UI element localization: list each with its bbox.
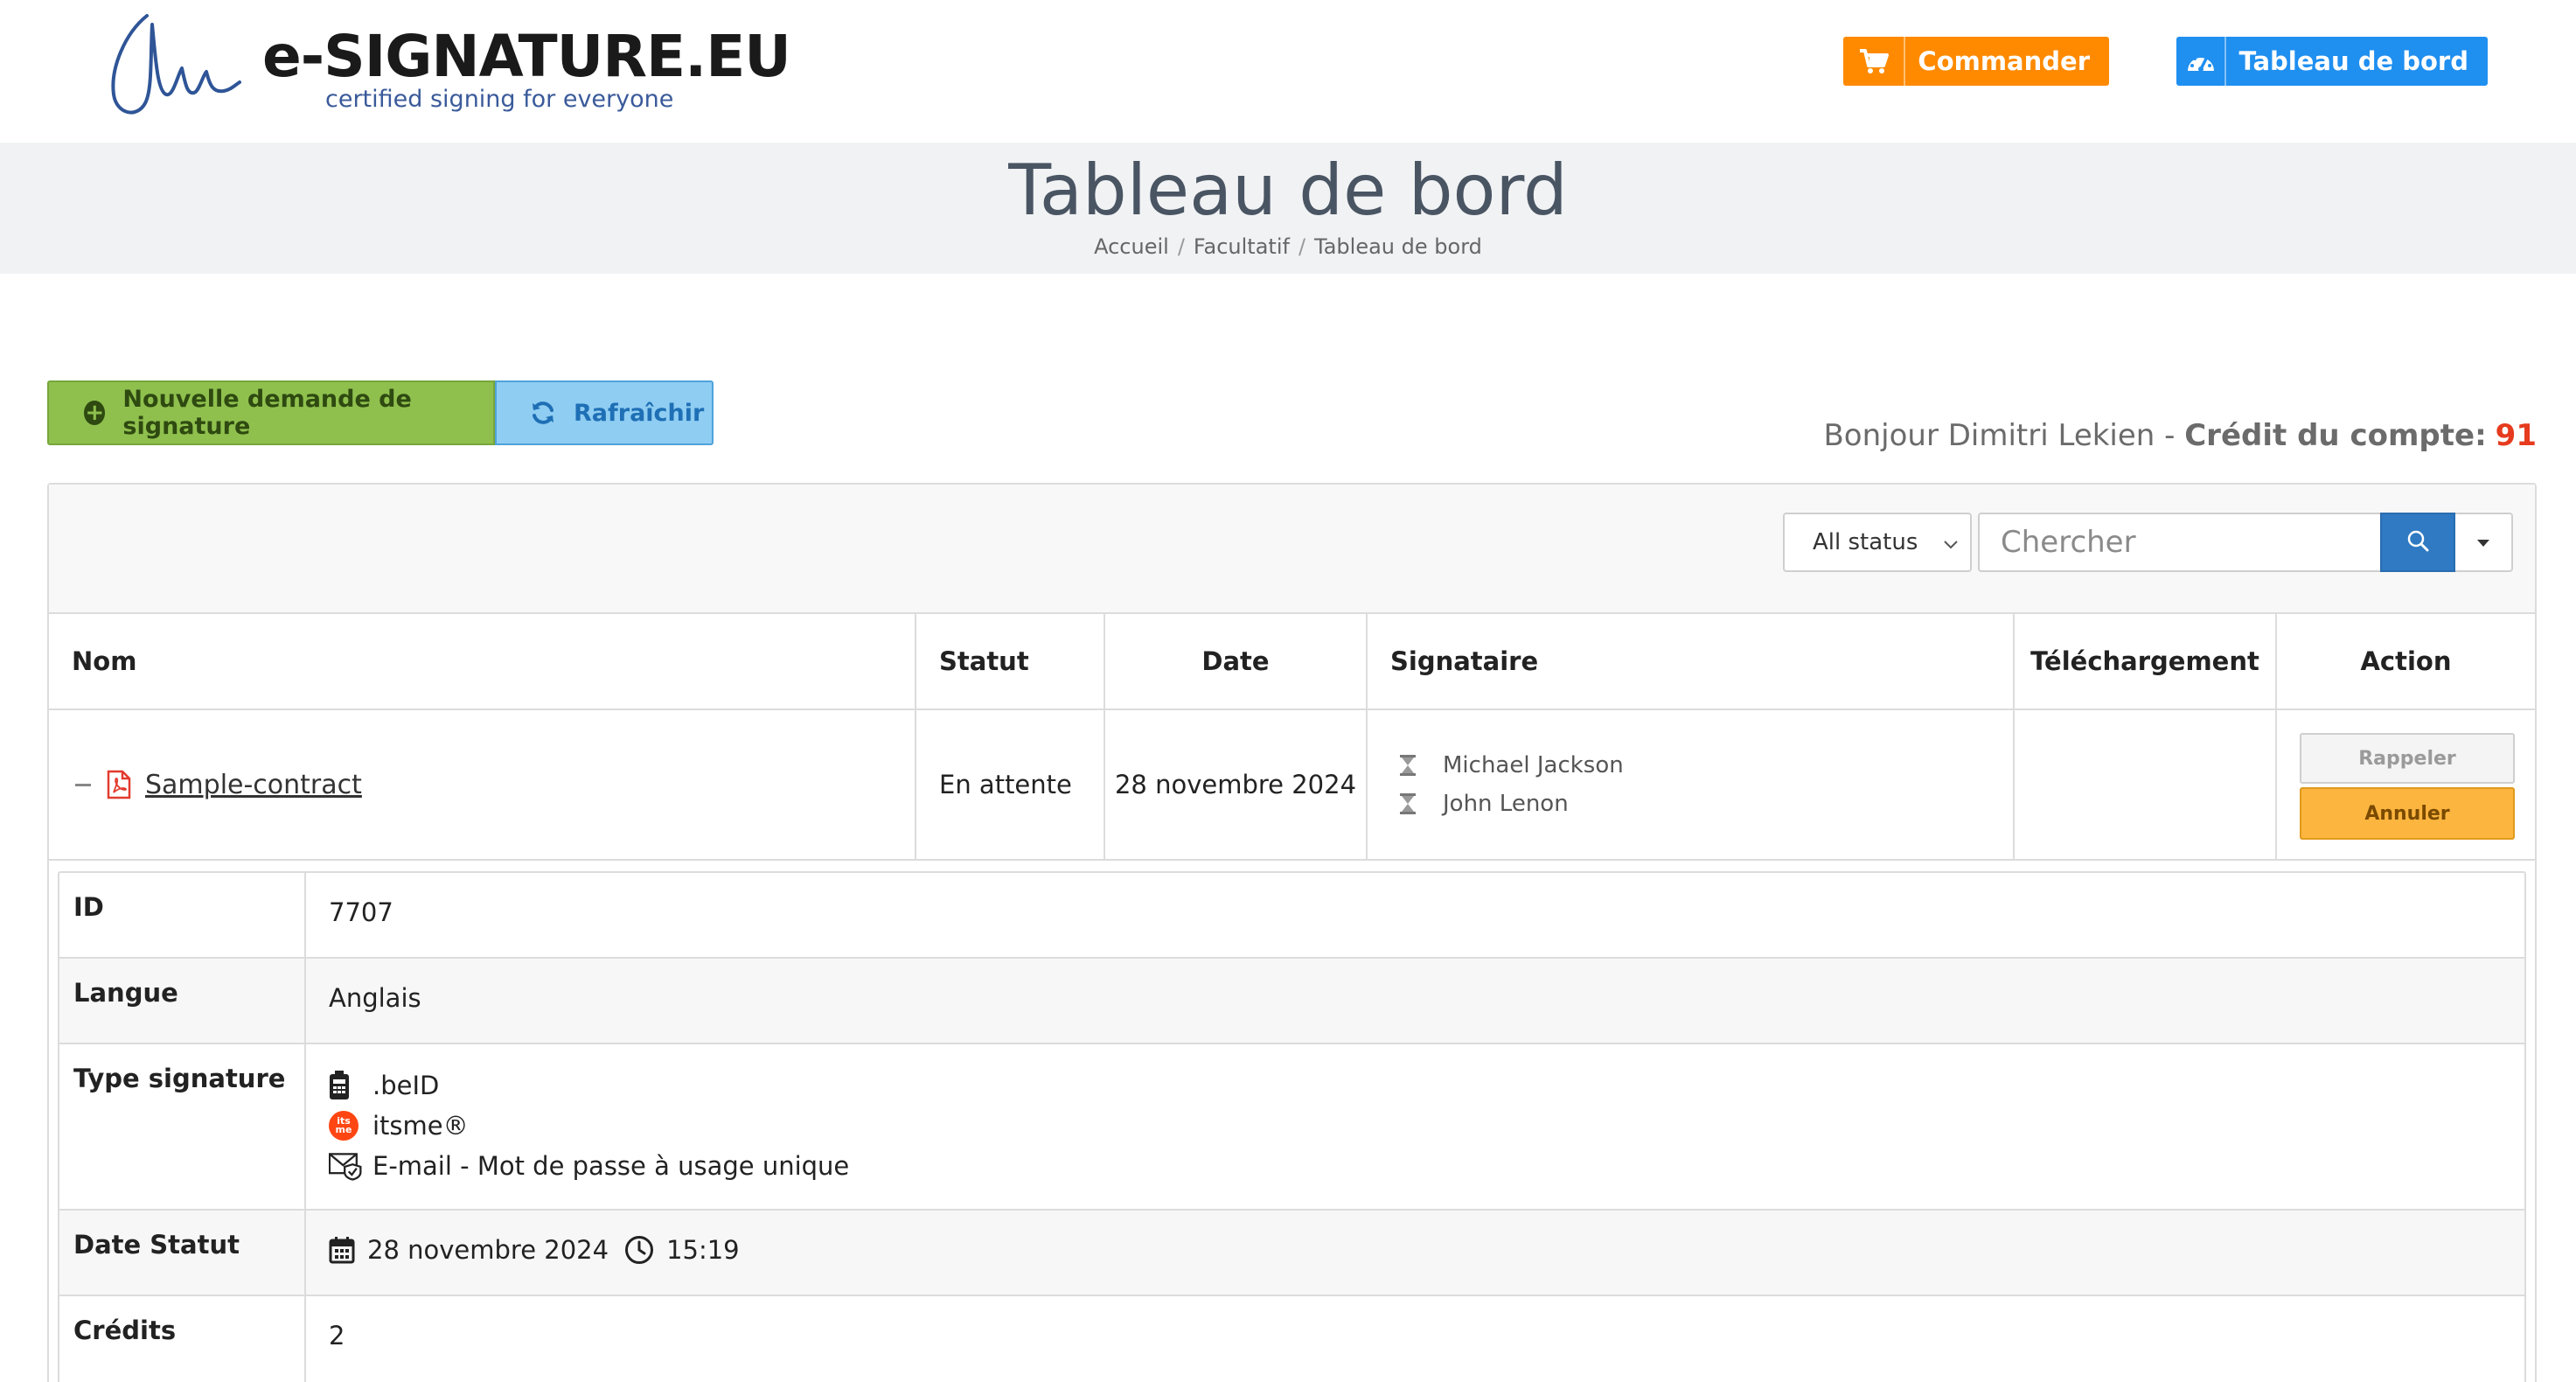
detail-row-id: ID 7707 <box>59 873 2524 959</box>
secure-email-icon <box>329 1150 364 1182</box>
breadcrumb-item-home[interactable]: Accueil <box>1094 234 1169 259</box>
detail-label: Crédits <box>59 1296 306 1382</box>
action-cell: Rappeler Annuler <box>2277 710 2535 859</box>
detail-row-language: Langue Anglais <box>59 959 2524 1044</box>
speedometer-icon <box>2176 37 2227 86</box>
refresh-label: Rafraîchir <box>574 399 705 427</box>
breadcrumb-item-optional[interactable]: Facultatif <box>1194 234 1290 259</box>
filter-toolbar: All status <box>49 485 2535 614</box>
brand-tagline: certified signing for everyone <box>325 86 674 113</box>
order-button-label: Commander <box>1918 46 2090 76</box>
detail-value-credits: 2 <box>329 1321 345 1351</box>
detail-value-signature-type: .beID its me itsme® E-mail - Mot de pass… <box>306 1044 849 1209</box>
document-link[interactable]: Sample-contract <box>145 770 362 800</box>
column-header-action: Action <box>2360 646 2452 676</box>
signature-logo-icon[interactable] <box>94 7 243 119</box>
signature-type-item: .beID <box>329 1065 849 1106</box>
signature-type-item: its me itsme® <box>329 1106 849 1146</box>
detail-row-credits: Crédits 2 <box>59 1296 2524 1382</box>
date-status-date: 28 novembre 2024 <box>367 1235 609 1265</box>
hourglass-icon <box>1399 754 1417 777</box>
credit-value: 91 <box>2495 418 2537 453</box>
account-greeting: Bonjour Dimitri Lekien - Crédit du compt… <box>1823 415 2537 457</box>
status-cell: En attente <box>916 710 1105 859</box>
chevron-down-icon <box>1944 529 1958 555</box>
refresh-icon <box>530 400 556 426</box>
credit-label: Crédit du compte: <box>2184 418 2487 453</box>
detail-label: ID <box>59 873 306 957</box>
itsme-logo-icon: its me <box>329 1111 364 1141</box>
search-input[interactable] <box>1978 513 2380 572</box>
new-signature-request-button[interactable]: + Nouvelle demande de signature <box>47 380 495 445</box>
clock-icon <box>624 1235 654 1265</box>
detail-label: Date Statut <box>59 1211 306 1295</box>
document-name-cell: Sample-contract <box>49 710 916 859</box>
pdf-file-icon <box>107 770 131 799</box>
greeting-text: Bonjour Dimitri Lekien - <box>1823 418 2185 453</box>
signer-item: Michael Jackson <box>1399 752 1624 778</box>
dashboard-button[interactable]: Tableau de bord <box>2176 37 2488 86</box>
new-signature-request-label: Nouvelle demande de signature <box>122 386 412 440</box>
signature-type-beid: .beID <box>372 1071 440 1100</box>
page-banner: Tableau de bord Accueil / Facultatif / Table… <box>0 143 2576 274</box>
collapse-toggle-icon[interactable] <box>75 783 91 786</box>
signature-type-itsme: itsme® <box>372 1111 469 1141</box>
status-filter-select[interactable]: All status <box>1783 513 1972 572</box>
documents-panel: All status Nom Statut Date Signataire Té… <box>47 483 2537 1382</box>
detail-label: Langue <box>59 959 306 1043</box>
breadcrumb-separator: / <box>1298 234 1306 259</box>
signature-type-item: E-mail - Mot de passe à usage unique <box>329 1146 849 1186</box>
breadcrumb: Accueil / Facultatif / Tableau de bord <box>0 234 2576 260</box>
refresh-button[interactable]: Rafraîchir <box>495 380 714 445</box>
search-button[interactable] <box>2380 513 2455 572</box>
column-header-signer[interactable]: Signataire <box>1368 614 2015 708</box>
column-header-name[interactable]: Nom <box>49 614 916 708</box>
date-status-time: 15:19 <box>666 1235 740 1265</box>
detail-value-id: 7707 <box>329 897 393 927</box>
plus-circle-icon: + <box>84 400 106 426</box>
remind-button[interactable]: Rappeler <box>2300 733 2515 784</box>
page-title: Tableau de bord <box>1008 150 1568 231</box>
signer-name: Michael Jackson <box>1443 752 1624 778</box>
detail-row-date-status: Date Statut 28 novembre 2024 15:19 <box>59 1211 2524 1296</box>
site-header: e-SIGNATURE.EU certified signing for eve… <box>0 0 2576 143</box>
id-card-reader-icon <box>329 1071 364 1100</box>
date-cell: 28 novembre 2024 <box>1105 710 1368 859</box>
detail-label: Type signature <box>59 1044 306 1209</box>
signer-name: John Lenon <box>1443 791 1569 817</box>
signer-item: John Lenon <box>1399 791 1624 817</box>
search-options-dropdown[interactable] <box>2455 513 2513 572</box>
caret-down-icon <box>2476 534 2490 551</box>
detail-value-language: Anglais <box>329 983 421 1013</box>
breadcrumb-separator: / <box>1177 234 1185 259</box>
table-header: Nom Statut Date Signataire Téléchargemen… <box>49 614 2535 710</box>
detail-value-date-status: 28 novembre 2024 15:19 <box>306 1211 755 1295</box>
cancel-button[interactable]: Annuler <box>2300 787 2515 840</box>
signer-cell: Michael Jackson John Lenon <box>1368 710 2015 859</box>
column-header-status[interactable]: Statut <box>916 614 1105 708</box>
column-header-date[interactable]: Date <box>1105 614 1368 708</box>
document-details: ID 7707 Langue Anglais Type signature .b… <box>58 871 2526 1382</box>
download-cell <box>2015 710 2277 859</box>
search-icon <box>2406 529 2429 555</box>
signature-type-email-otp: E-mail - Mot de passe à usage unique <box>372 1151 850 1181</box>
status-filter-value: All status <box>1813 529 1918 555</box>
breadcrumb-item-current: Tableau de bord <box>1314 234 1482 259</box>
detail-row-signature-type: Type signature .beID its me itsme® E-mai… <box>59 1044 2524 1211</box>
hourglass-icon <box>1399 792 1417 815</box>
column-header-download: Téléchargement <box>2015 614 2277 708</box>
calendar-icon <box>329 1236 355 1264</box>
order-button[interactable]: Commander <box>1843 37 2109 86</box>
dashboard-button-label: Tableau de bord <box>2238 46 2468 76</box>
table-row: Sample-contract En attente 28 novembre 2… <box>49 710 2535 861</box>
shopping-cart-icon <box>1843 37 1906 86</box>
